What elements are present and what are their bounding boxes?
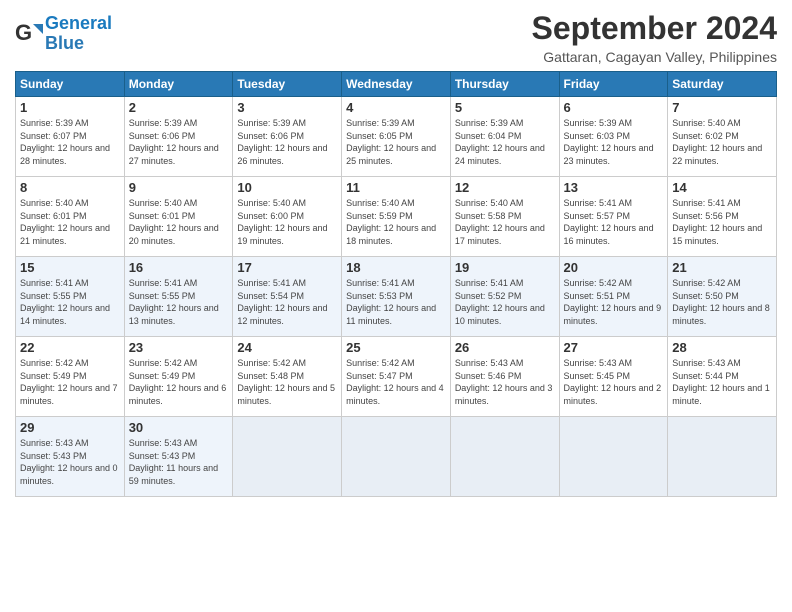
table-row: 3Sunrise: 5:39 AM Sunset: 6:06 PM Daylig… [233,97,342,177]
table-row: 13Sunrise: 5:41 AM Sunset: 5:57 PM Dayli… [559,177,668,257]
table-row: 12Sunrise: 5:40 AM Sunset: 5:58 PM Dayli… [450,177,559,257]
location: Gattaran, Cagayan Valley, Philippines [532,49,777,65]
table-row [450,417,559,497]
table-row: 25Sunrise: 5:42 AM Sunset: 5:47 PM Dayli… [342,337,451,417]
calendar-week-3: 15Sunrise: 5:41 AM Sunset: 5:55 PM Dayli… [16,257,777,337]
table-row: 19Sunrise: 5:41 AM Sunset: 5:52 PM Dayli… [450,257,559,337]
calendar-week-5: 29Sunrise: 5:43 AM Sunset: 5:43 PM Dayli… [16,417,777,497]
table-row [233,417,342,497]
col-tuesday: Tuesday [233,72,342,97]
calendar-page: G General Blue September 2024 Gattaran, … [0,0,792,612]
calendar-week-4: 22Sunrise: 5:42 AM Sunset: 5:49 PM Dayli… [16,337,777,417]
table-row: 5Sunrise: 5:39 AM Sunset: 6:04 PM Daylig… [450,97,559,177]
calendar-week-1: 1Sunrise: 5:39 AM Sunset: 6:07 PM Daylig… [16,97,777,177]
logo-icon: G [15,20,43,48]
svg-text:G: G [15,20,32,45]
title-area: September 2024 Gattaran, Cagayan Valley,… [532,10,777,65]
table-row: 29Sunrise: 5:43 AM Sunset: 5:43 PM Dayli… [16,417,125,497]
col-wednesday: Wednesday [342,72,451,97]
table-row [559,417,668,497]
logo-general: General [45,13,112,33]
table-row [342,417,451,497]
table-row: 26Sunrise: 5:43 AM Sunset: 5:46 PM Dayli… [450,337,559,417]
table-row: 20Sunrise: 5:42 AM Sunset: 5:51 PM Dayli… [559,257,668,337]
table-row: 23Sunrise: 5:42 AM Sunset: 5:49 PM Dayli… [124,337,233,417]
table-row: 16Sunrise: 5:41 AM Sunset: 5:55 PM Dayli… [124,257,233,337]
calendar-week-2: 8Sunrise: 5:40 AM Sunset: 6:01 PM Daylig… [16,177,777,257]
logo: G General Blue [15,14,112,54]
table-row [668,417,777,497]
calendar-table: Sunday Monday Tuesday Wednesday Thursday… [15,71,777,497]
table-row: 27Sunrise: 5:43 AM Sunset: 5:45 PM Dayli… [559,337,668,417]
table-row: 7Sunrise: 5:40 AM Sunset: 6:02 PM Daylig… [668,97,777,177]
table-row: 14Sunrise: 5:41 AM Sunset: 5:56 PM Dayli… [668,177,777,257]
table-row: 24Sunrise: 5:42 AM Sunset: 5:48 PM Dayli… [233,337,342,417]
table-row: 17Sunrise: 5:41 AM Sunset: 5:54 PM Dayli… [233,257,342,337]
table-row: 28Sunrise: 5:43 AM Sunset: 5:44 PM Dayli… [668,337,777,417]
header: G General Blue September 2024 Gattaran, … [15,10,777,65]
table-row: 15Sunrise: 5:41 AM Sunset: 5:55 PM Dayli… [16,257,125,337]
table-row: 2Sunrise: 5:39 AM Sunset: 6:06 PM Daylig… [124,97,233,177]
table-row: 8Sunrise: 5:40 AM Sunset: 6:01 PM Daylig… [16,177,125,257]
col-saturday: Saturday [668,72,777,97]
col-thursday: Thursday [450,72,559,97]
table-row: 18Sunrise: 5:41 AM Sunset: 5:53 PM Dayli… [342,257,451,337]
logo-text: General Blue [45,14,112,54]
month-title: September 2024 [532,10,777,47]
table-row: 10Sunrise: 5:40 AM Sunset: 6:00 PM Dayli… [233,177,342,257]
table-row: 22Sunrise: 5:42 AM Sunset: 5:49 PM Dayli… [16,337,125,417]
logo-blue: Blue [45,33,84,53]
header-row: Sunday Monday Tuesday Wednesday Thursday… [16,72,777,97]
table-row: 9Sunrise: 5:40 AM Sunset: 6:01 PM Daylig… [124,177,233,257]
col-friday: Friday [559,72,668,97]
col-monday: Monday [124,72,233,97]
table-row: 4Sunrise: 5:39 AM Sunset: 6:05 PM Daylig… [342,97,451,177]
col-sunday: Sunday [16,72,125,97]
table-row: 30Sunrise: 5:43 AM Sunset: 5:43 PM Dayli… [124,417,233,497]
table-row: 21Sunrise: 5:42 AM Sunset: 5:50 PM Dayli… [668,257,777,337]
table-row: 6Sunrise: 5:39 AM Sunset: 6:03 PM Daylig… [559,97,668,177]
table-row: 1Sunrise: 5:39 AM Sunset: 6:07 PM Daylig… [16,97,125,177]
table-row: 11Sunrise: 5:40 AM Sunset: 5:59 PM Dayli… [342,177,451,257]
